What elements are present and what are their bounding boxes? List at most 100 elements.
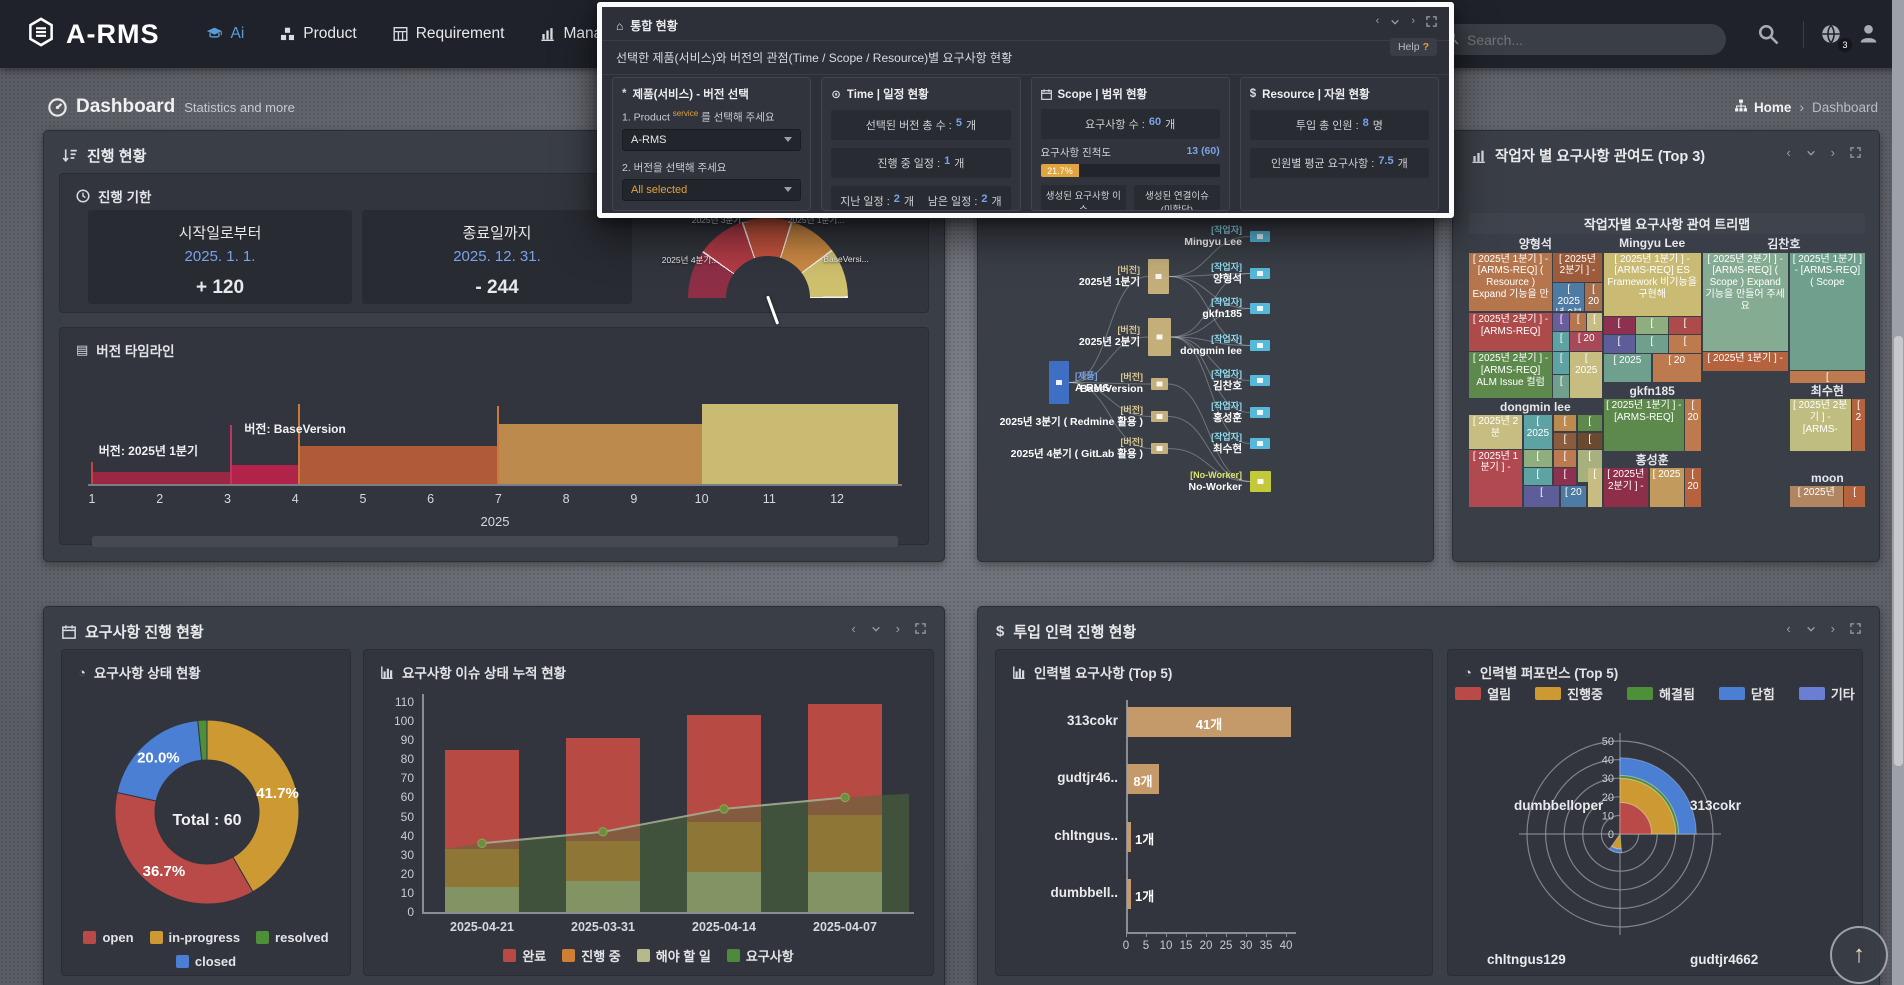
chevron-right-icon[interactable]: › bbox=[1831, 146, 1835, 159]
treemap-cell[interactable]: [ bbox=[1554, 415, 1577, 431]
treemap-cell[interactable]: [ bbox=[1578, 433, 1602, 449]
brand[interactable]: A-RMS bbox=[0, 17, 184, 52]
expand-icon[interactable] bbox=[1426, 16, 1437, 27]
treemap-cell[interactable]: [ 2 bbox=[1852, 399, 1865, 450]
donut-chart: 41.7%36.7%20.0% bbox=[62, 678, 352, 928]
search-input[interactable] bbox=[1467, 32, 1687, 48]
treemap-cell[interactable]: [ bbox=[1554, 433, 1577, 449]
treemap-cell[interactable]: [ 20 bbox=[1685, 468, 1700, 507]
treemap-cell[interactable]: [ bbox=[1669, 317, 1700, 334]
user-icon[interactable] bbox=[1858, 23, 1879, 44]
expand-icon[interactable] bbox=[1850, 147, 1861, 158]
treemap-cell[interactable]: [ 2025년 2분기 ] - [ARMS- bbox=[1790, 399, 1851, 450]
menu-item-product[interactable]: Product bbox=[280, 25, 356, 43]
treemap-cell[interactable]: [ bbox=[1844, 486, 1865, 507]
treemap-cell[interactable]: [ 2025년 1분기 ] - [ARMS-REQ] ( Resource ) … bbox=[1469, 253, 1552, 312]
treemap-cell[interactable]: [ 2025년 2분기 ] - [ARMS-REQ] ALM Issue 컬럼 bbox=[1469, 352, 1552, 398]
chevron-left-icon[interactable]: ‹ bbox=[851, 622, 855, 635]
legend-item-열림[interactable]: 열림 bbox=[1455, 684, 1511, 703]
treemap-cell[interactable]: [ 2025년 1분기 ] - [ARMS-REQ] ES Framework … bbox=[1604, 253, 1701, 316]
notification-badge[interactable]: 3 bbox=[1838, 38, 1852, 52]
expand-icon[interactable] bbox=[915, 623, 926, 634]
chevron-left-icon[interactable]: ‹ bbox=[1786, 622, 1790, 635]
modal-subtitle: 선택한 제품(서비스)와 버전의 관점(Time / Scope / Resou… bbox=[602, 40, 1449, 75]
legend-item-진행 중[interactable]: 진행 중 bbox=[562, 946, 621, 965]
treemap-cell[interactable]: [ bbox=[1604, 335, 1635, 353]
treemap-cell[interactable]: [ bbox=[1553, 332, 1569, 351]
treemap-cell[interactable]: [ bbox=[1554, 450, 1577, 467]
breadcrumb-home[interactable]: Home bbox=[1734, 99, 1792, 115]
legend-item-닫힘[interactable]: 닫힘 bbox=[1719, 684, 1775, 703]
treemap-cell[interactable]: [ 20 bbox=[1653, 354, 1701, 383]
legend-item-해결됨[interactable]: 해결됨 bbox=[1627, 684, 1695, 703]
chevron-right-icon[interactable]: › bbox=[1831, 622, 1835, 635]
treemap-cell[interactable]: [ 2025년 bbox=[1790, 486, 1843, 507]
chevron-left-icon[interactable]: ‹ bbox=[1376, 16, 1380, 27]
treemap-cell[interactable]: [ bbox=[1636, 317, 1668, 334]
treemap-cell[interactable]: [ bbox=[1636, 335, 1668, 353]
treemap-cell[interactable]: [ 2025 bbox=[1650, 468, 1684, 507]
treemap-cell[interactable]: [ 2025년 1분기 ] - bbox=[1469, 450, 1522, 507]
chevron-right-icon[interactable]: › bbox=[1411, 16, 1415, 27]
treemap-cell[interactable]: [ 2025년 1분기 ] - [ARMS-REQ] bbox=[1604, 399, 1684, 450]
page-scrollbar[interactable] bbox=[1892, 0, 1904, 985]
treemap-cell[interactable]: [ bbox=[1553, 313, 1569, 331]
treemap-cell[interactable]: [ bbox=[1604, 317, 1635, 334]
treemap-cell[interactable]: [ 20 bbox=[1685, 399, 1700, 450]
chevron-right-icon[interactable]: › bbox=[896, 622, 900, 635]
treemap-cell[interactable]: [ bbox=[1553, 375, 1569, 398]
timeline-scrollbar[interactable] bbox=[92, 536, 898, 547]
treemap-cell[interactable]: [ 2025 bbox=[1524, 415, 1553, 449]
chevron-down-icon[interactable] bbox=[871, 624, 881, 634]
search-box[interactable] bbox=[1430, 24, 1726, 55]
treemap-cell[interactable]: [ bbox=[1570, 313, 1586, 331]
treemap-cell[interactable]: [ 20 bbox=[1570, 332, 1602, 351]
treemap-cell[interactable]: [ 2025년 2분기 ] - [ARMS-REQ] bbox=[1469, 313, 1552, 351]
legend-item-해야 할 일[interactable]: 해야 할 일 bbox=[637, 946, 711, 965]
menu-item-ai[interactable]: Ai bbox=[206, 25, 245, 43]
version-select[interactable]: All selected bbox=[622, 179, 801, 201]
hbar-value-label: 41개 bbox=[1127, 714, 1291, 733]
treemap-cell[interactable]: [ bbox=[1669, 335, 1700, 353]
legend-item-resolved[interactable]: resolved bbox=[256, 930, 328, 945]
treemap-cell[interactable]: [ 2025년 2분기 ] - bbox=[1604, 468, 1648, 507]
treemap-cell[interactable]: [ bbox=[1790, 371, 1865, 383]
treemap-cell[interactable]: [ bbox=[1587, 313, 1601, 331]
treemap-cell[interactable]: [ 20 bbox=[1561, 486, 1586, 507]
menu-item-requirement[interactable]: Requirement bbox=[393, 25, 505, 43]
cubes-icon bbox=[280, 27, 295, 41]
legend-item-in-progress[interactable]: in-progress bbox=[150, 930, 241, 945]
treemap-cell[interactable]: [ 2025년 2분기 ] - bbox=[1553, 253, 1601, 282]
treemap-cell[interactable]: [ 20 bbox=[1585, 283, 1601, 312]
legend-item-진행중[interactable]: 진행중 bbox=[1535, 684, 1603, 703]
chevron-down-icon[interactable] bbox=[1806, 148, 1816, 158]
expand-icon[interactable] bbox=[1850, 623, 1861, 634]
chevron-down-icon[interactable] bbox=[1806, 624, 1816, 634]
scroll-to-top-button[interactable]: ↑ bbox=[1830, 926, 1888, 984]
legend-item-완료[interactable]: 완료 bbox=[503, 946, 546, 965]
treemap-cell[interactable]: [ bbox=[1524, 450, 1553, 467]
chevron-down-icon[interactable] bbox=[1390, 17, 1400, 27]
legend-item-open[interactable]: open bbox=[83, 930, 133, 945]
treemap-cell[interactable]: [ bbox=[1554, 468, 1577, 486]
treemap-cell[interactable]: [ 2025 bbox=[1604, 354, 1652, 383]
treemap-cell[interactable]: [ bbox=[1578, 415, 1602, 431]
treemap-cell[interactable]: [ 2025년 2분기 ] - [ARMS-REQ] ( Scope ) Exp… bbox=[1703, 253, 1788, 351]
legend-item-요구사항[interactable]: 요구사항 bbox=[727, 946, 794, 965]
treemap-cell[interactable]: [ 2025 년 2분기 bbox=[1553, 283, 1584, 312]
chevron-left-icon[interactable]: ‹ bbox=[1786, 146, 1790, 159]
treemap-cell[interactable]: [ bbox=[1524, 486, 1560, 507]
treemap-cell[interactable]: [ bbox=[1553, 352, 1569, 374]
treemap-cell[interactable]: [ bbox=[1524, 468, 1553, 486]
panel-controls: ‹› bbox=[1786, 146, 1861, 159]
legend-item-기타[interactable]: 기타 bbox=[1799, 684, 1855, 703]
treemap-cell[interactable]: [ 2025 bbox=[1570, 352, 1602, 398]
treemap-cell[interactable]: [ 2025년 1분기 ] - bbox=[1703, 352, 1788, 371]
search-submit-icon[interactable] bbox=[1758, 24, 1779, 45]
treemap-cell[interactable]: [ 2025년 2분 bbox=[1469, 415, 1522, 449]
legend-item-closed[interactable]: closed bbox=[176, 954, 236, 969]
treemap-cell[interactable]: [ 2025년 1분기 ] - [ARMS-REQ] ( Scope bbox=[1790, 253, 1865, 371]
product-select[interactable]: A-RMS bbox=[622, 129, 801, 151]
treemap-cell[interactable]: [ bbox=[1588, 468, 1602, 507]
scrollbar-thumb[interactable] bbox=[1894, 336, 1903, 766]
